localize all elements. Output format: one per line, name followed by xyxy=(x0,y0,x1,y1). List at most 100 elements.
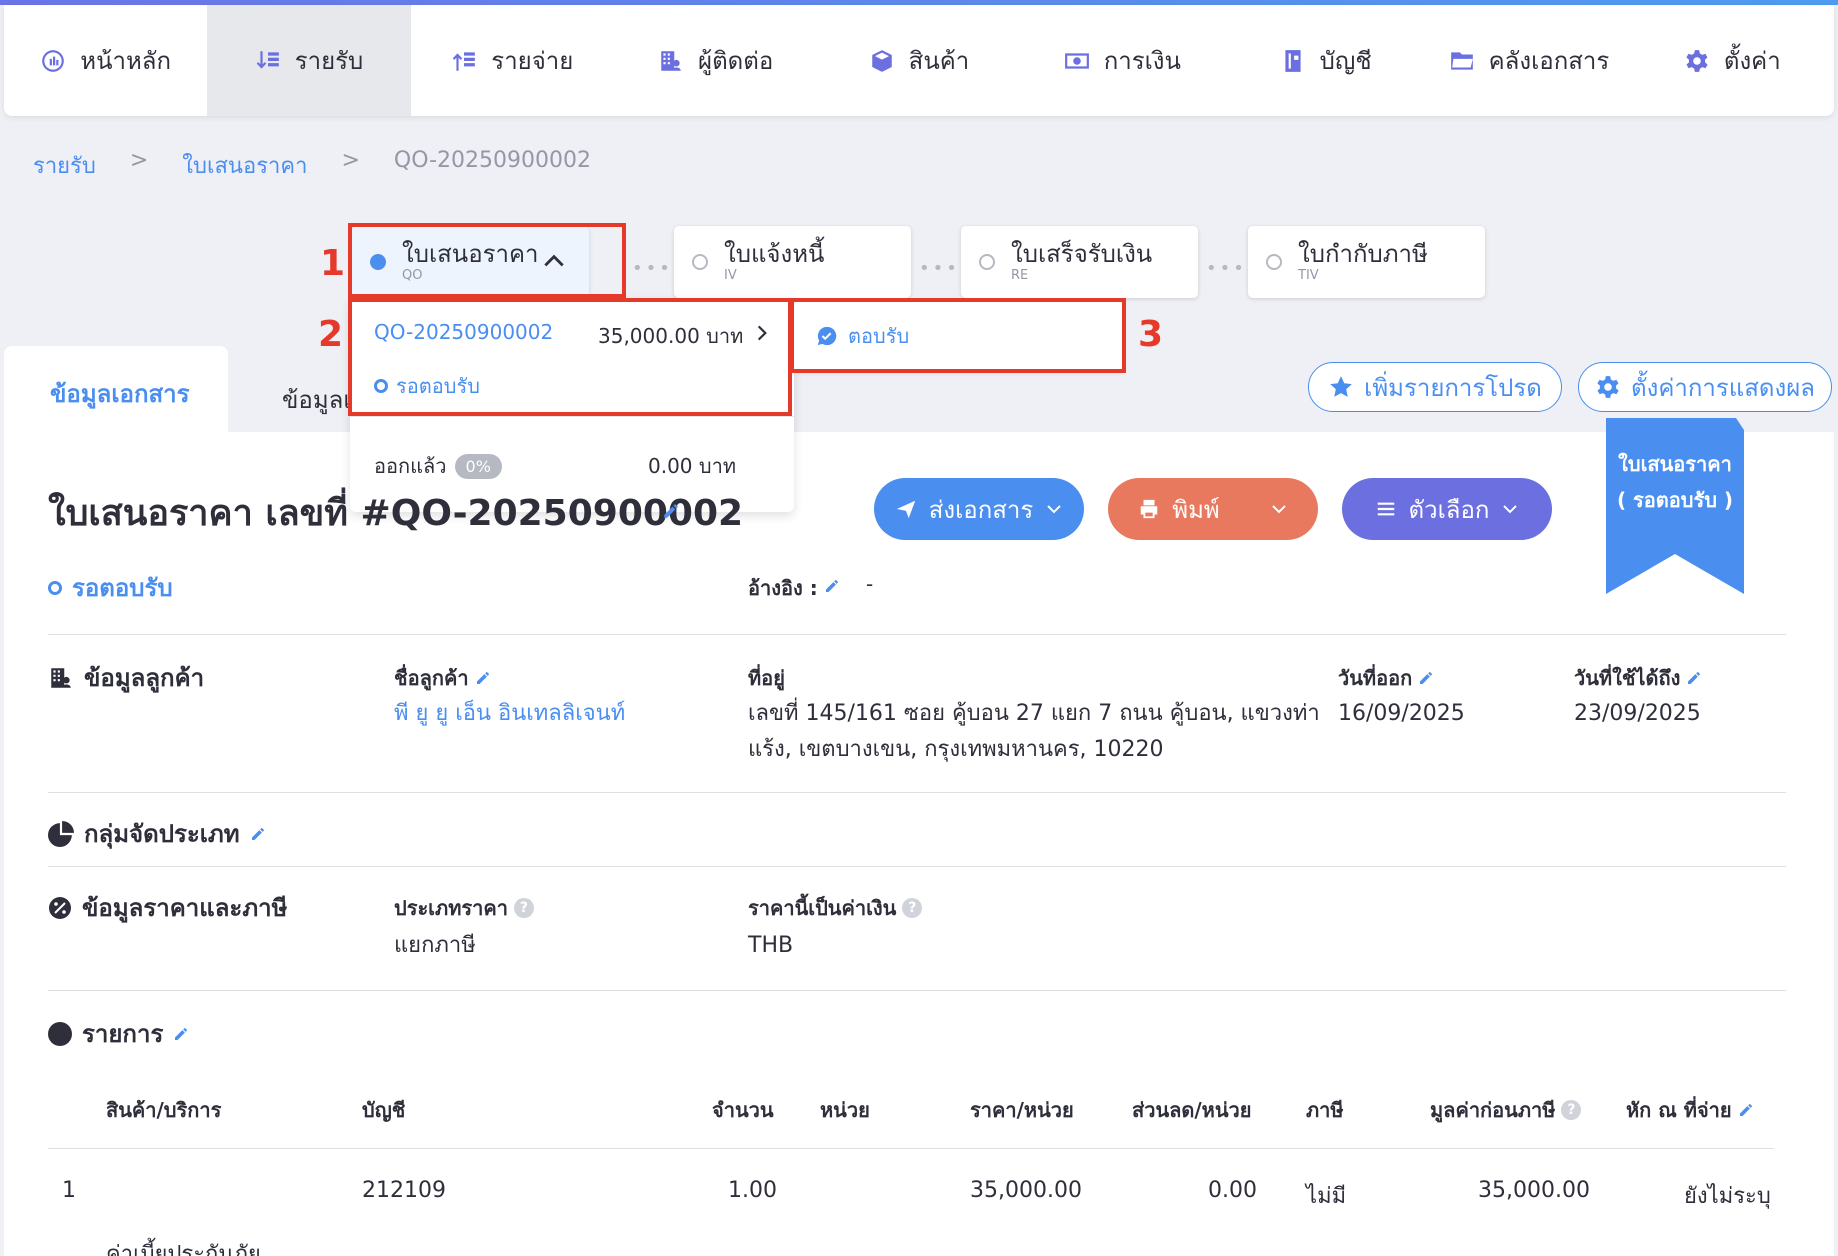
step-connector: ••• xyxy=(919,258,960,279)
divider xyxy=(48,866,1786,867)
nav-label: ตั้งค่า xyxy=(1723,47,1781,75)
divider xyxy=(350,416,794,417)
nav-finance[interactable]: การเงิน xyxy=(1021,5,1224,116)
add-favorite-button[interactable]: เพิ่มรายการโปรด xyxy=(1308,362,1562,412)
nav-dashboard[interactable]: หน้าหลัก xyxy=(4,5,207,116)
status-ribbon: ใบเสนอราคา ( รอตอบรับ ) xyxy=(1606,418,1744,594)
items-section-title: รายการ xyxy=(48,1014,189,1053)
breadcrumb-separator: > xyxy=(341,148,360,173)
income-icon xyxy=(256,50,279,69)
step-title: ใบเสร็จรับเงิน xyxy=(1011,240,1153,268)
items-section-label: รายการ xyxy=(82,1020,164,1048)
price-type-value: แยกภาษี xyxy=(394,933,476,958)
customer-section-title: ข้อมูลลูกค้า xyxy=(48,658,204,697)
divider xyxy=(48,634,1786,635)
nav-contacts[interactable]: ผู้ติดต่อ xyxy=(614,5,817,116)
row-discount: 0.00 xyxy=(1208,1178,1257,1203)
pricing-section-title: ข้อมูลราคาและภาษี xyxy=(48,888,287,927)
row-description: ค่าเบี้ยประกันภัย xyxy=(106,1242,261,1256)
print-button[interactable]: พิมพ์ xyxy=(1108,478,1318,540)
pencil-icon[interactable] xyxy=(475,670,491,686)
building-icon xyxy=(51,667,71,688)
annotation-label-2: 2 xyxy=(318,314,344,355)
send-document-button[interactable]: ส่งเอกสาร xyxy=(874,478,1084,540)
reference-value: - xyxy=(866,572,874,596)
nav-settings[interactable]: ตั้งค่า xyxy=(1631,5,1834,116)
col-header-account: บัญชี xyxy=(362,1098,406,1122)
step-connector: ••• xyxy=(1206,258,1247,279)
col-header-price: ราคา/หน่วย xyxy=(970,1098,1074,1122)
pencil-icon[interactable] xyxy=(1686,670,1702,686)
col-header-wht-text: หัก ณ ที่จ่าย xyxy=(1626,1098,1732,1122)
row-tax: ไม่มี xyxy=(1306,1184,1347,1209)
issued-percent-badge: 0% xyxy=(454,453,502,479)
chevron-down-icon xyxy=(1047,505,1061,514)
group-section-label: กลุ่มจัดประเภท xyxy=(84,820,240,848)
nav-documents[interactable]: คลังเอกสาร xyxy=(1427,5,1630,116)
valid-until-date: 23/09/2025 xyxy=(1574,701,1701,726)
annotation-box-2 xyxy=(348,298,792,416)
document-status: รอตอบรับ xyxy=(48,568,173,607)
customer-name-label-text: ชื่อลูกค้า xyxy=(394,666,469,690)
document-status-text: รอตอบรับ xyxy=(72,574,173,602)
col-header-tax: ภาษี xyxy=(1306,1098,1344,1122)
nav-label: คลังเอกสาร xyxy=(1488,47,1610,75)
row-subtotal: 35,000.00 xyxy=(1478,1178,1590,1203)
breadcrumb-separator: > xyxy=(129,148,149,173)
step-title: ใบกำกับภาษี xyxy=(1298,240,1428,268)
col-header-wht: หัก ณ ที่จ่าย xyxy=(1626,1094,1754,1126)
step-dot xyxy=(979,254,995,270)
row-number: 1 xyxy=(62,1178,76,1203)
nav-label: การเงิน xyxy=(1103,47,1181,75)
dropdown-issued: ออกแล้ว 0% xyxy=(374,450,502,482)
help-icon[interactable]: ? xyxy=(902,898,923,918)
pencil-icon[interactable] xyxy=(824,578,840,594)
display-settings-label: ตั้งค่าการแสดงผล xyxy=(1631,373,1815,402)
chevron-down-icon xyxy=(1272,505,1286,514)
annotation-label-3: 3 xyxy=(1138,314,1164,355)
group-section-title: กลุ่มจัดประเภท xyxy=(48,814,266,853)
annotation-label-1: 1 xyxy=(320,243,346,284)
nav-income[interactable]: รายรับ xyxy=(207,5,411,116)
pencil-icon[interactable] xyxy=(1738,1102,1754,1118)
paper-plane-icon xyxy=(896,500,915,519)
contacts-icon xyxy=(661,50,681,71)
breadcrumb-income[interactable]: รายรับ xyxy=(33,148,96,183)
col-header-subtotal-text: มูลค่าก่อนภาษี xyxy=(1430,1098,1556,1122)
star-icon xyxy=(1330,376,1352,397)
status-ring-icon xyxy=(48,580,62,595)
currency-value: THB xyxy=(748,933,794,958)
step-receipt[interactable]: ใบเสร็จรับเงิน RE xyxy=(961,226,1198,298)
dashboard-icon xyxy=(42,49,65,72)
nav-expense[interactable]: รายจ่าย xyxy=(411,5,614,116)
help-icon[interactable]: ? xyxy=(1561,1100,1582,1120)
pencil-icon[interactable] xyxy=(662,502,680,520)
help-icon[interactable]: ? xyxy=(513,898,534,918)
step-tax-invoice[interactable]: ใบกำกับภาษี TIV xyxy=(1248,226,1485,298)
dropdown-issued-label: ออกแล้ว xyxy=(374,454,447,478)
issue-date: 16/09/2025 xyxy=(1338,701,1465,726)
pencil-icon[interactable] xyxy=(173,1026,189,1042)
customer-section-label: ข้อมูลลูกค้า xyxy=(84,664,205,692)
display-settings-button[interactable]: ตั้งค่าการแสดงผล xyxy=(1578,362,1832,412)
ribbon-line-1: ใบเสนอราคา xyxy=(1618,452,1732,476)
tab-document-info[interactable]: ข้อมูลเอกสาร xyxy=(4,346,228,434)
step-invoice[interactable]: ใบแจ้งหนี้ IV xyxy=(674,226,911,298)
price-type-label: ประเภทราคา ? xyxy=(394,892,534,924)
currency-label: ราคานี้เป็นค่าเงิน ? xyxy=(748,892,923,924)
pencil-icon[interactable] xyxy=(1418,670,1434,686)
nav-label: บัญชี xyxy=(1319,47,1372,75)
tab-other-info[interactable]: ข้อมูลเ xyxy=(282,380,352,419)
pencil-icon[interactable] xyxy=(250,826,266,842)
annotation-box-1 xyxy=(348,223,626,298)
divider xyxy=(48,990,1786,991)
main-nav: หน้าหลัก รายรับ รายจ่าย ผู้ติดต่อ สินค้า… xyxy=(4,5,1834,116)
nav-accounts[interactable]: บัญชี xyxy=(1224,5,1427,116)
step-code: RE xyxy=(1011,268,1029,283)
col-header-unit: หน่วย xyxy=(820,1098,870,1122)
customer-name[interactable]: พี ยู ยู เอ็น อินเทลลิเจนท์ xyxy=(394,696,625,732)
printer-icon xyxy=(1141,499,1158,519)
options-button[interactable]: ตัวเลือก xyxy=(1342,478,1552,540)
breadcrumb-quotation[interactable]: ใบเสนอราคา xyxy=(182,148,307,183)
nav-products[interactable]: สินค้า xyxy=(817,5,1020,116)
